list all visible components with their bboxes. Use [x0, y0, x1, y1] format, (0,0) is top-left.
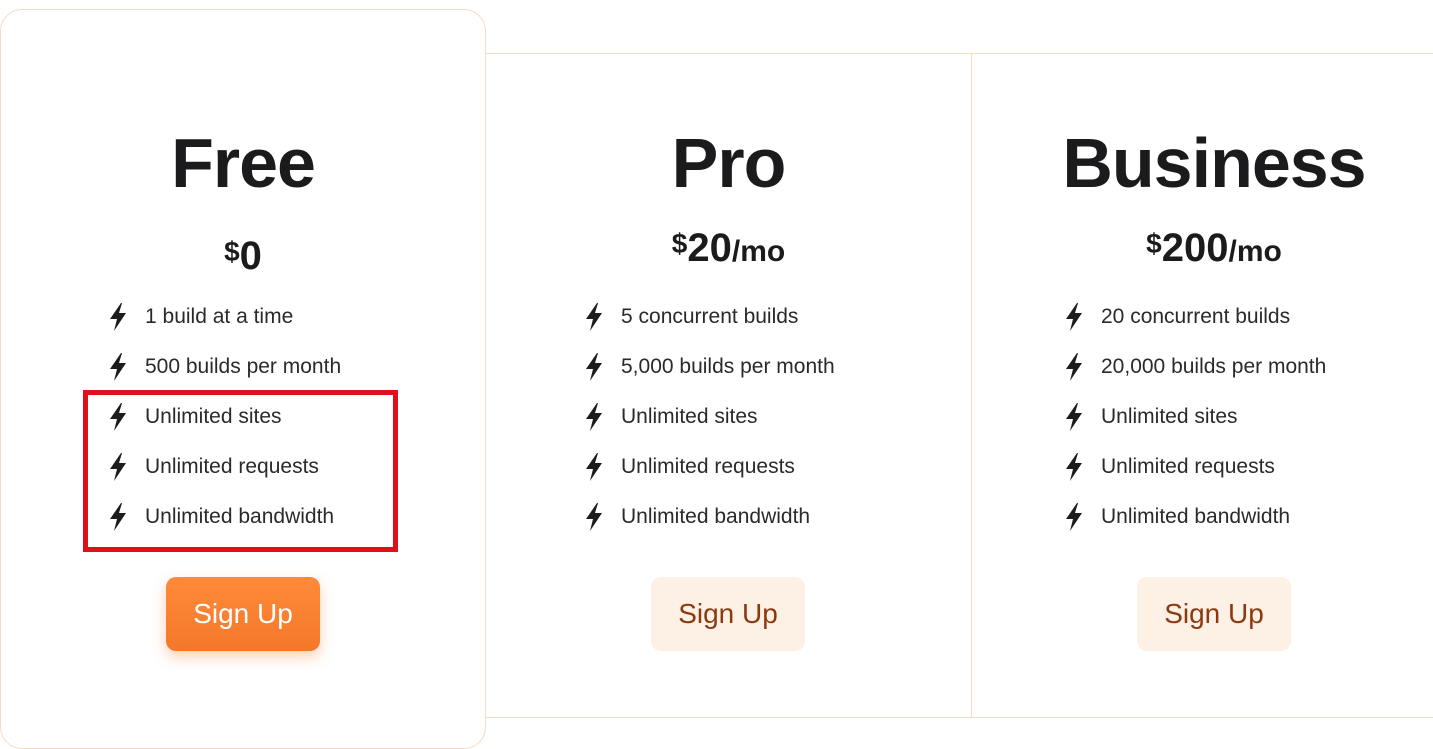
feature-item: 500 builds per month — [107, 342, 341, 392]
feature-label: 5 concurrent builds — [621, 305, 799, 328]
lightning-bolt-icon — [107, 452, 129, 482]
lightning-bolt-icon — [583, 302, 605, 332]
price-currency: $ — [224, 236, 240, 267]
feature-list: 20 concurrent builds 20,000 builds per m… — [1063, 292, 1326, 542]
feature-label: Unlimited requests — [1101, 455, 1275, 478]
feature-label: Unlimited bandwidth — [145, 505, 335, 528]
lightning-bolt-icon — [1063, 452, 1085, 482]
feature-item: 1 build at a time — [107, 292, 341, 342]
feature-item: 20 concurrent builds — [1063, 292, 1326, 342]
plan-price: $20/mo — [486, 228, 971, 268]
feature-item: 5,000 builds per month — [583, 342, 835, 392]
lightning-bolt-icon — [583, 452, 605, 482]
feature-item: Unlimited bandwidth — [583, 492, 835, 542]
price-amount: 20 — [687, 226, 732, 270]
free-sign-up-button[interactable]: Sign Up — [166, 577, 320, 651]
plan-name: Free — [171, 124, 316, 202]
feature-label: Unlimited sites — [1101, 405, 1238, 428]
business-sign-up-button[interactable]: Sign Up — [1137, 577, 1291, 651]
feature-item: Unlimited bandwidth — [1063, 492, 1326, 542]
pro-sign-up-button[interactable]: Sign Up — [651, 577, 805, 651]
lightning-bolt-icon — [1063, 402, 1085, 432]
feature-item: Unlimited requests — [107, 442, 341, 492]
price-amount: 0 — [239, 234, 262, 278]
price-currency: $ — [671, 228, 688, 259]
feature-label: Unlimited sites — [621, 405, 758, 428]
lightning-bolt-icon — [107, 302, 129, 332]
feature-label: Unlimited bandwidth — [621, 505, 811, 528]
lightning-bolt-icon — [107, 402, 129, 432]
plan-name: Business — [1062, 124, 1366, 202]
lightning-bolt-icon — [583, 352, 605, 382]
lightning-bolt-icon — [1063, 352, 1085, 382]
price-period: /mo — [1228, 235, 1282, 268]
feature-item: Unlimited sites — [583, 392, 835, 442]
feature-item: Unlimited sites — [107, 392, 341, 442]
price-amount: 200 — [1161, 226, 1229, 270]
price-period: /mo — [731, 235, 786, 268]
lightning-bolt-icon — [583, 402, 605, 432]
plan-card-pro: Pro $20/mo 5 concurrent builds 5,000 bui… — [486, 53, 972, 718]
feature-item: 20,000 builds per month — [1063, 342, 1326, 392]
feature-label: Unlimited requests — [621, 455, 795, 478]
feature-item: Unlimited sites — [1063, 392, 1326, 442]
plan-price: $200/mo — [971, 228, 1433, 268]
plan-price: $0 — [1, 236, 485, 276]
lightning-bolt-icon — [1063, 502, 1085, 532]
feature-item: Unlimited bandwidth — [107, 492, 341, 542]
feature-list: 1 build at a time 500 builds per month U… — [107, 292, 341, 542]
feature-label: Unlimited requests — [145, 455, 319, 478]
lightning-bolt-icon — [107, 502, 129, 532]
plan-card-business: Business $200/mo 20 concurrent builds 20… — [971, 53, 1433, 718]
feature-item: Unlimited requests — [1063, 442, 1326, 492]
feature-item: 5 concurrent builds — [583, 292, 835, 342]
feature-label: Unlimited bandwidth — [1101, 505, 1291, 528]
feature-label: Unlimited sites — [145, 405, 282, 428]
feature-label: 500 builds per month — [145, 355, 342, 378]
lightning-bolt-icon — [1063, 302, 1085, 332]
price-currency: $ — [1146, 228, 1162, 259]
feature-label: 5,000 builds per month — [621, 355, 835, 378]
feature-label: 20,000 builds per month — [1101, 355, 1327, 378]
feature-item: Unlimited requests — [583, 442, 835, 492]
lightning-bolt-icon — [583, 502, 605, 532]
feature-list: 5 concurrent builds 5,000 builds per mon… — [583, 292, 835, 542]
plan-name: Pro — [671, 124, 787, 202]
feature-label: 1 build at a time — [145, 305, 294, 328]
feature-label: 20 concurrent builds — [1101, 305, 1291, 328]
plan-card-free: Free $0 1 build at a time 500 builds per… — [0, 9, 486, 749]
lightning-bolt-icon — [107, 352, 129, 382]
